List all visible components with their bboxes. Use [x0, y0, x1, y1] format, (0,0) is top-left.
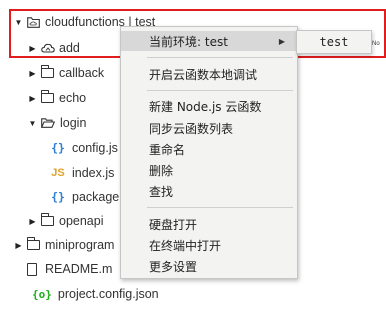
menu-item-label: 当前环境: test: [149, 34, 228, 49]
folder-icon: [40, 65, 54, 78]
menu-item-find[interactable]: 查找: [121, 181, 297, 201]
menu-item-new-node-function[interactable]: 新建 Node.js 云函数: [121, 96, 297, 116]
tree-item-config-js[interactable]: {} config.js: [50, 137, 118, 159]
menu-item-label: 新建 Node.js 云函数: [149, 99, 262, 114]
menu-item-label: 重命名: [149, 142, 186, 157]
tree-item-miniprogram[interactable]: ▶ miniprogram: [14, 234, 114, 256]
menu-item-local-debug[interactable]: 开启云函数本地调试: [121, 64, 297, 84]
menu-divider: [147, 207, 293, 208]
tree-item-label: miniprogram: [45, 238, 115, 252]
json-file-icon: {}: [51, 190, 65, 204]
tree-item-label: login: [60, 116, 87, 130]
document-icon: [27, 262, 37, 276]
menu-item-label: 更多设置: [149, 259, 198, 274]
folder-icon: [40, 90, 54, 103]
menu-item-label: 硬盘打开: [149, 217, 198, 232]
json-file-icon: {}: [51, 141, 65, 155]
submenu-arrow-icon: ▶: [278, 36, 285, 46]
menu-item-label: 同步云函数列表: [149, 121, 234, 136]
tree-item-label: README.m: [45, 262, 113, 276]
menu-item-open-disk[interactable]: 硬盘打开: [121, 214, 297, 234]
tree-item-label: callback: [59, 66, 105, 80]
expand-right-icon[interactable]: ▶: [28, 94, 37, 103]
folder-icon: [26, 237, 40, 250]
tree-item-readme[interactable]: README.m: [23, 258, 112, 280]
menu-item-more-settings[interactable]: 更多设置: [121, 256, 297, 276]
folder-open-icon: [41, 118, 55, 128]
tree-item-label: config.js: [72, 141, 118, 155]
tree-item-project-config[interactable]: {o} project.config.json: [32, 283, 159, 305]
menu-item-label: 在终端中打开: [149, 238, 222, 253]
expand-down-icon[interactable]: ▼: [28, 119, 37, 128]
js-file-icon: JS: [51, 167, 65, 179]
menu-item-current-env[interactable]: 当前环境: test ▶: [121, 31, 297, 51]
menu-item-label: 删除: [149, 163, 174, 178]
tree-item-index-js[interactable]: JS index.js: [50, 162, 114, 184]
tree-item-label: project.config.json: [57, 287, 159, 301]
menu-divider: [147, 57, 293, 58]
tree-item-label: echo: [59, 91, 87, 105]
tree-item-label: index.js: [72, 166, 115, 180]
submenu-item-test[interactable]: test: [320, 35, 349, 49]
env-submenu: test: [296, 30, 372, 54]
tree-item-callback[interactable]: ▶ callback: [28, 62, 104, 84]
edge-text: No: [372, 41, 380, 47]
tree-item-label: package: [72, 190, 120, 204]
tree-item-package[interactable]: {} package: [50, 186, 119, 208]
expand-right-icon[interactable]: ▶: [14, 241, 23, 250]
tree-item-echo[interactable]: ▶ echo: [28, 87, 86, 109]
menu-item-delete[interactable]: 删除: [121, 160, 297, 180]
config-file-icon: {o}: [32, 287, 52, 301]
expand-right-icon[interactable]: ▶: [28, 217, 37, 226]
folder-icon: [40, 213, 54, 226]
menu-divider: [147, 90, 293, 91]
tree-item-login[interactable]: ▼ login: [28, 112, 87, 134]
menu-item-open-terminal[interactable]: 在终端中打开: [121, 235, 297, 255]
expand-right-icon[interactable]: ▶: [28, 69, 37, 78]
menu-item-label: 查找: [149, 184, 174, 199]
tree-item-label: openapi: [59, 214, 104, 228]
menu-item-rename[interactable]: 重命名: [121, 139, 297, 159]
tree-item-openapi[interactable]: ▶ openapi: [28, 210, 104, 232]
context-menu: 当前环境: test ▶ 开启云函数本地调试 新建 Node.js 云函数 同步…: [120, 26, 298, 279]
menu-item-label: 开启云函数本地调试: [149, 67, 258, 82]
menu-item-sync-list[interactable]: 同步云函数列表: [121, 118, 297, 138]
